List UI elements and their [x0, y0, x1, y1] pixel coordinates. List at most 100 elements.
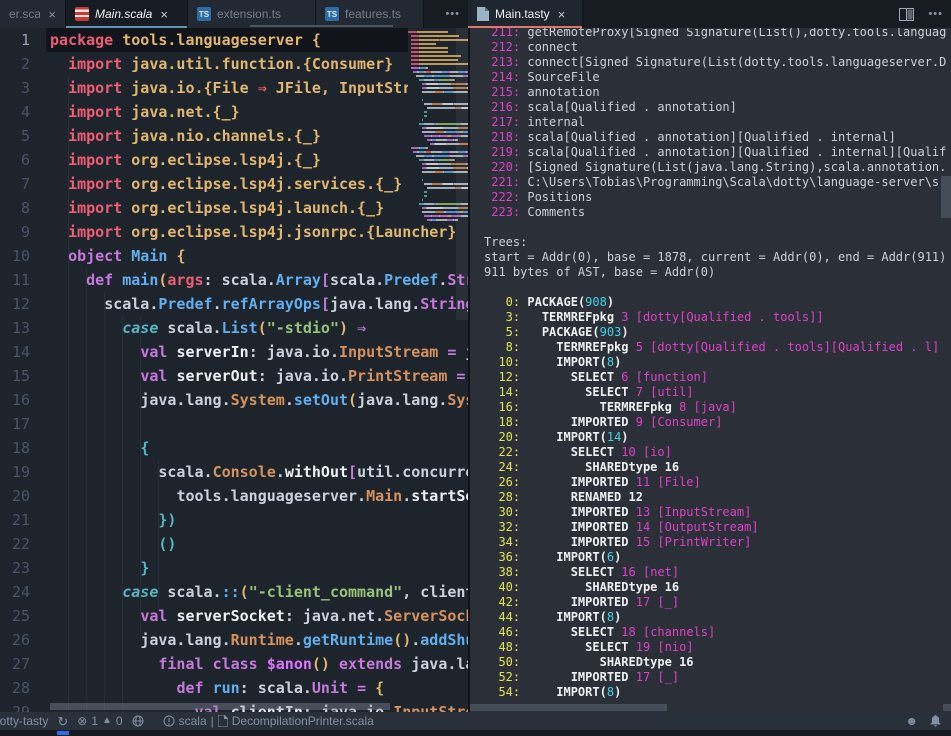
tasty-line[interactable]: 215: annotation [484, 85, 951, 100]
code-line[interactable]: 15 val serverOut: java.io.PrintStream = [0, 364, 468, 388]
code-line[interactable]: 13 case scala.List("-stdio") ⇒ [0, 316, 468, 340]
close-icon[interactable]: × [160, 7, 168, 22]
tasty-line[interactable]: 12: SELECT 6 [function] [484, 370, 951, 385]
tasty-line[interactable]: 30: IMPORTED 13 [InputStream] [484, 505, 951, 520]
tasty-line[interactable]: 211: getRemoteProxy[Signed Signature(Lis… [484, 28, 951, 40]
code-line[interactable]: 19 scala.Console.withOut[util.concurre [0, 460, 468, 484]
tasty-output[interactable]: 211: getRemoteProxy[Signed Signature(Lis… [470, 28, 951, 700]
tasty-line[interactable]: 216: scala[Qualified . annotation] [484, 100, 951, 115]
tasty-line[interactable]: 8: TERMREFpkg 5 [dotty[Qualified . tools… [484, 340, 951, 355]
tasty-line[interactable]: 48: SELECT 19 [nio] [484, 640, 951, 655]
tasty-line[interactable]: 54: IMPORT(8) [484, 685, 951, 700]
tab-extension-ts[interactable]: TS extension.ts [188, 0, 316, 28]
code-line[interactable]: 2 import java.util.function.{Consumer} [0, 52, 468, 76]
tab-features-ts[interactable]: TS features.ts [316, 0, 424, 28]
sync-icon[interactable]: ↻ [57, 715, 68, 728]
horizontal-scrollbar[interactable] [470, 704, 667, 711]
code-line[interactable]: 18 { [0, 436, 468, 460]
feedback-smiley-icon[interactable]: ☻ [905, 715, 918, 727]
tasty-line[interactable]: 221: C:\Users\Tobias\Programming\Scala\d… [484, 175, 951, 190]
tasty-line[interactable]: 38: SELECT 16 [net] [484, 565, 951, 580]
tabbar-scrollbar[interactable] [250, 25, 393, 27]
problems-indicator[interactable]: ⊗ 1 ▲ 0 [77, 714, 122, 728]
horizontal-scrollbar[interactable] [50, 703, 390, 710]
tasty-line[interactable]: 22: SELECT 10 [io] [484, 445, 951, 460]
notifications-bell-icon[interactable] [930, 715, 941, 727]
code-line[interactable]: 10 object Main { [0, 244, 468, 268]
close-icon[interactable]: × [48, 7, 56, 22]
code-line[interactable]: 7 import org.eclipse.lsp4j.services.{_} [0, 172, 468, 196]
code-line[interactable]: 1package tools.languageserver { [0, 28, 468, 52]
tasty-line[interactable]: 42: IMPORTED 17 [_] [484, 595, 951, 610]
tasty-line[interactable]: 46: SELECT 18 [channels] [484, 625, 951, 640]
tasty-line[interactable]: 213: connect[Signed Signature(List(dotty… [484, 55, 951, 70]
vertical-scrollbar[interactable] [456, 28, 468, 320]
tasty-line[interactable] [484, 280, 951, 295]
tasty-line[interactable]: 212: connect [484, 40, 951, 55]
tab-er-scala[interactable]: er.scala × [0, 0, 66, 28]
code-line[interactable]: 11 def main(args: scala.Array[scala.Pred… [0, 268, 468, 292]
editor-actions-more-icon[interactable]: ••• [920, 8, 951, 20]
tasty-line[interactable]: 10: IMPORT(8) [484, 355, 951, 370]
tasty-line[interactable]: 220: [Signed Signature(List(java.lang.St… [484, 160, 951, 175]
split-editor-icon[interactable] [899, 8, 914, 21]
tasty-line[interactable]: 219: scala[Qualified . annotation][Quali… [484, 145, 951, 160]
code-line[interactable]: 26 java.lang.Runtime.getRuntime().addShu [0, 628, 468, 652]
code-line[interactable]: 16 java.lang.System.setOut(java.lang.Sys [0, 388, 468, 412]
tasty-line[interactable]: 3: TERMREFpkg 3 [dotty[Qualified . tools… [484, 310, 951, 325]
code-line[interactable]: 22 () [0, 532, 468, 556]
code-line[interactable]: 14 val serverIn: java.io.InputStream = j… [0, 340, 468, 364]
editor-main-tasty[interactable]: 211: getRemoteProxy[Signed Signature(Lis… [470, 28, 951, 712]
tab-main-scala[interactable]: Main.scala × [66, 0, 188, 28]
tasty-line[interactable]: 34: IMPORTED 15 [PrintWriter] [484, 535, 951, 550]
code-line[interactable]: 24 case scala.::("-client_command", clie… [0, 580, 468, 604]
tasty-line[interactable]: 36: IMPORT(6) [484, 550, 951, 565]
tasty-line[interactable]: 26: IMPORTED 11 [File] [484, 475, 951, 490]
tasty-line[interactable]: 0: PACKAGE(908) [484, 295, 951, 310]
code-line[interactable]: 4 import java.net.{_} [0, 100, 468, 124]
code-line[interactable]: 25 val serverSocket: java.net.ServerSock [0, 604, 468, 628]
tasty-line[interactable]: 32: IMPORTED 14 [OutputStream] [484, 520, 951, 535]
close-icon[interactable]: × [558, 7, 566, 22]
code-line[interactable]: 12 scala.Predef.refArrayOps[java.lang.St… [0, 292, 468, 316]
code-line[interactable]: 6 import org.eclipse.lsp4j.{_} [0, 148, 468, 172]
tasty-line[interactable]: 44: IMPORT(8) [484, 610, 951, 625]
code-line[interactable]: 23 } [0, 556, 468, 580]
vertical-scrollbar[interactable] [941, 176, 951, 218]
tasty-line[interactable]: 214: SourceFile [484, 70, 951, 85]
code-line[interactable]: 28 def run: scala.Unit = { [0, 676, 468, 700]
tasty-line[interactable]: 20: IMPORT(14) [484, 430, 951, 445]
code-line[interactable]: 27 final class $anon() extends java.la [0, 652, 468, 676]
tasty-line[interactable]: 14: SELECT 7 [util] [484, 385, 951, 400]
editor-main-scala[interactable]: 1package tools.languageserver {2 import … [0, 28, 468, 712]
tasty-line[interactable]: 52: IMPORTED 17 [_] [484, 670, 951, 685]
tasty-line[interactable]: 217: internal [484, 115, 951, 130]
tasty-line[interactable]: 50: SHAREDtype 16 [484, 655, 951, 670]
tasty-line[interactable]: 28: RENAMED 12 [484, 490, 951, 505]
more-tabs-icon[interactable]: ••• [437, 8, 468, 20]
code-line[interactable]: 20 tools.languageserver.Main.startSe [0, 484, 468, 508]
language-status[interactable]: scala | DecompilationPrinter.scala [163, 714, 374, 728]
tasty-line[interactable]: 911 bytes of AST, base = Addr(0) [484, 265, 951, 280]
project-name[interactable]: dotty-tasty [0, 714, 48, 728]
tasty-line[interactable]: 18: IMPORTED 9 [Consumer] [484, 415, 951, 430]
code-line[interactable]: 17 [0, 412, 468, 436]
code-line[interactable]: 9 import org.eclipse.lsp4j.jsonrpc.{Laun… [0, 220, 468, 244]
tasty-line[interactable] [484, 220, 951, 235]
tasty-line[interactable]: 223: Comments [484, 205, 951, 220]
tasty-line[interactable]: Trees: [484, 235, 951, 250]
globe-icon[interactable] [132, 715, 144, 727]
tasty-line[interactable]: 218: scala[Qualified . annotation][Quali… [484, 130, 951, 145]
tasty-line[interactable]: start = Addr(0), base = 1878, current = … [484, 250, 951, 265]
tasty-line[interactable]: 24: SHAREDtype 16 [484, 460, 951, 475]
code-line[interactable]: 8 import org.eclipse.lsp4j.launch.{_} [0, 196, 468, 220]
tasty-line[interactable]: 16: TERMREFpkg 8 [java] [484, 400, 951, 415]
tasty-line[interactable]: 5: PACKAGE(903) [484, 325, 951, 340]
scala-code[interactable]: 1package tools.languageserver {2 import … [0, 28, 468, 712]
tab-main-tasty[interactable]: Main.tasty × [468, 0, 583, 28]
code-line[interactable]: 3 import java.io.{File ⇒ JFile, InputStr… [0, 76, 468, 100]
tasty-line[interactable]: 222: Positions [484, 190, 951, 205]
tasty-line[interactable]: 40: SHAREDtype 16 [484, 580, 951, 595]
code-line[interactable]: 21 }) [0, 508, 468, 532]
code-line[interactable]: 5 import java.nio.channels.{_} [0, 124, 468, 148]
